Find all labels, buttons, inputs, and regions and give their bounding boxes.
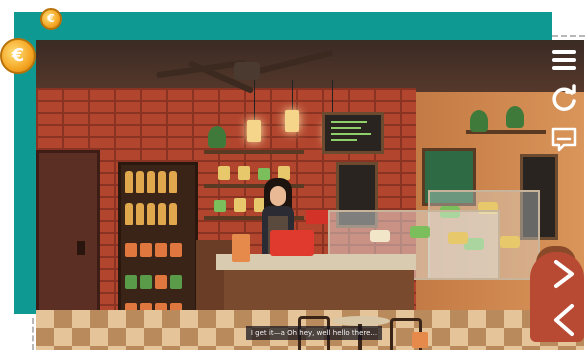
refresh-icon	[552, 84, 576, 111]
chevron-right-icon	[554, 260, 574, 288]
shelf-row	[125, 171, 189, 193]
barista-face	[270, 186, 286, 206]
coffee-cup	[412, 332, 428, 348]
restart-button[interactable]	[548, 84, 580, 116]
menu-button[interactable]	[548, 46, 580, 78]
pendant-light	[285, 110, 299, 132]
pendant-wire	[254, 80, 255, 122]
pendant-light	[247, 120, 261, 142]
shelf-row	[125, 267, 189, 289]
register-screen	[306, 210, 328, 224]
guide-line-left	[32, 318, 34, 350]
shelf-row	[125, 235, 189, 257]
potted-plant	[470, 110, 488, 132]
potted-plant	[208, 126, 226, 148]
potted-plant	[506, 106, 524, 128]
cup-stack	[232, 234, 250, 262]
menu-board	[322, 112, 384, 154]
cafe-scene[interactable]: I get it—a Oh hey, well hello there...	[36, 40, 584, 350]
ceiling-fan	[234, 62, 260, 80]
guide-line	[552, 35, 585, 37]
coin-icon: €	[40, 8, 62, 30]
collapse-button[interactable]	[548, 300, 580, 340]
subtitles-icon	[551, 127, 577, 152]
door-handle	[77, 241, 85, 255]
next-button[interactable]	[548, 258, 580, 290]
hamburger-icon	[552, 66, 576, 70]
coin-icon[interactable]: €	[0, 38, 36, 74]
shelf-row	[125, 203, 189, 225]
chevron-left-icon	[554, 304, 574, 336]
hamburger-icon	[552, 58, 576, 62]
subtitles-button[interactable]	[548, 124, 580, 156]
hamburger-icon	[552, 50, 576, 54]
bottle-shelf	[118, 162, 198, 328]
pendant-wire	[292, 80, 293, 112]
dialogue-caption: I get it—a Oh hey, well hello there...	[246, 326, 382, 340]
door	[36, 150, 100, 326]
cash-register[interactable]	[270, 230, 314, 256]
